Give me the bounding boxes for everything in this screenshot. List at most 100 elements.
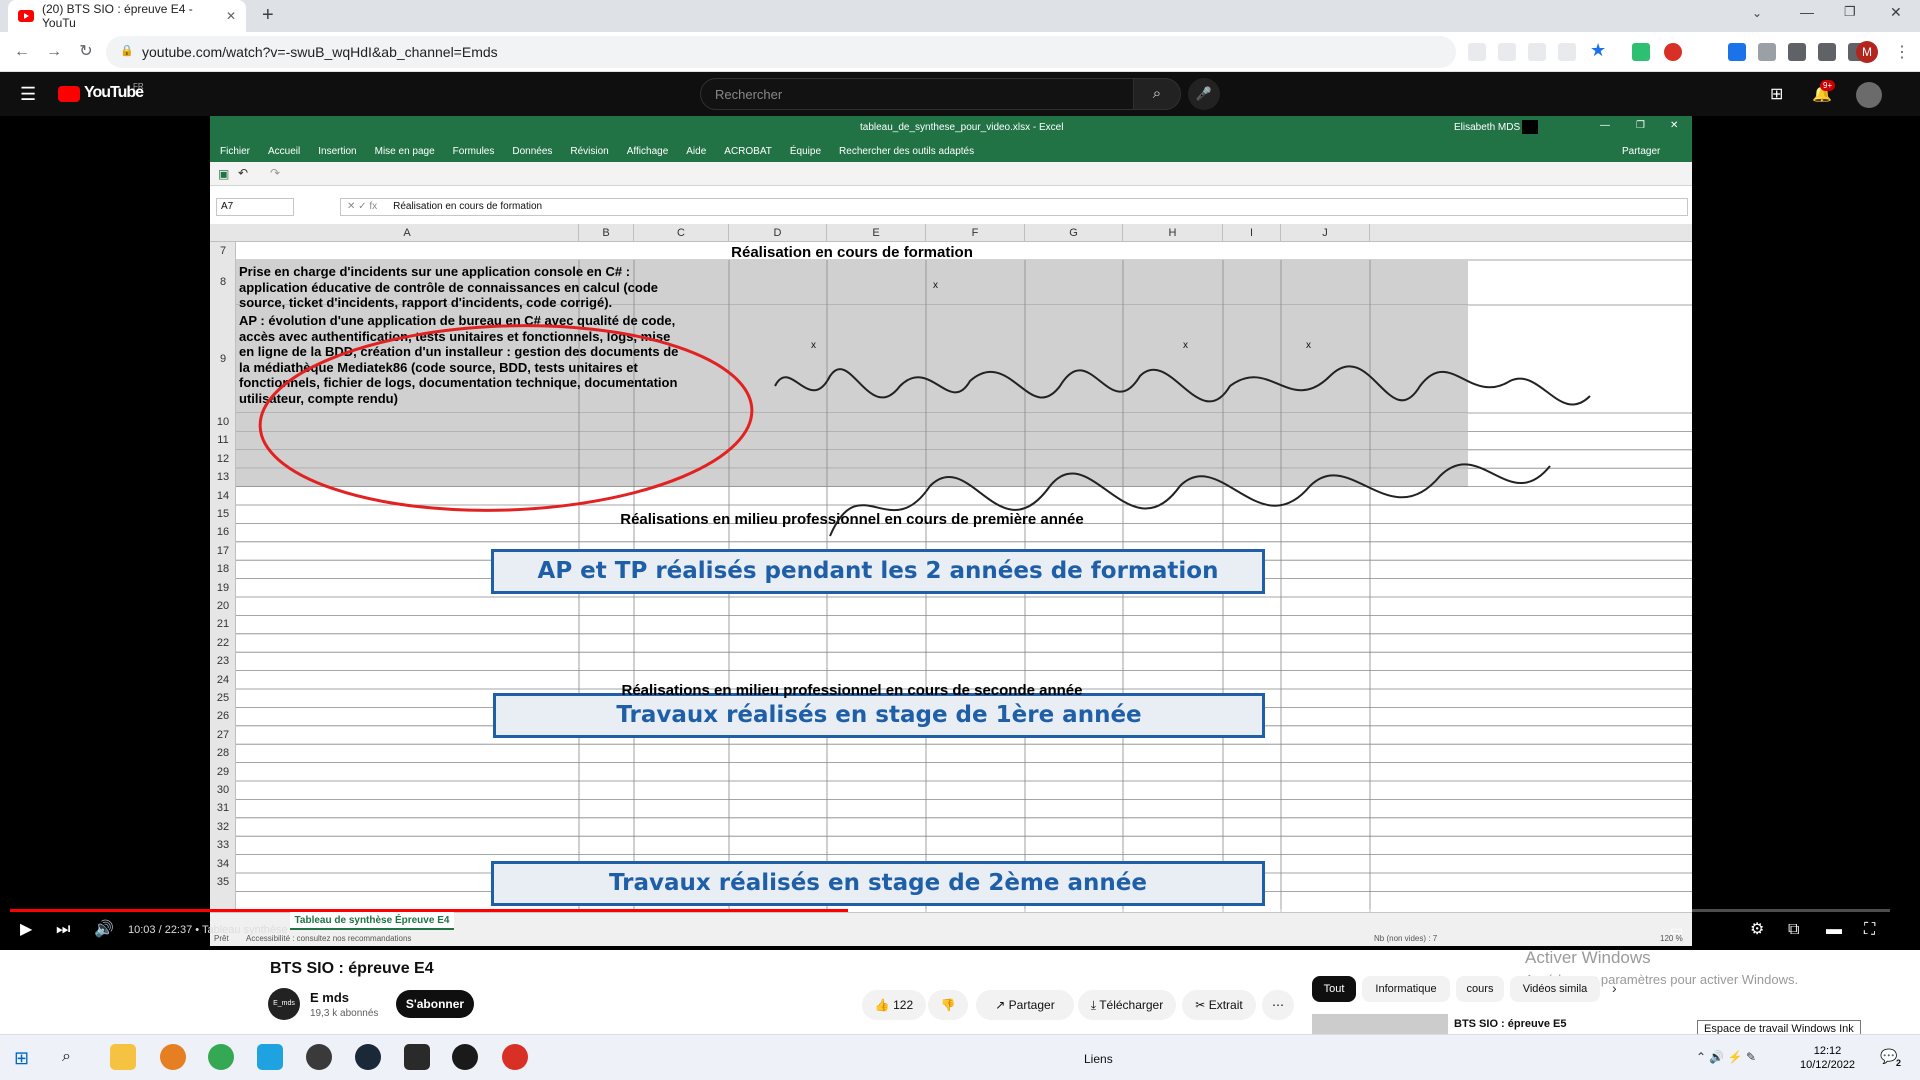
- filter-chip[interactable]: Tout: [1312, 976, 1356, 1002]
- share-page-icon[interactable]: [1558, 43, 1576, 61]
- extension-v-icon[interactable]: [1728, 43, 1746, 61]
- account-avatar[interactable]: [1856, 82, 1882, 108]
- red-circle-annotation: [258, 324, 754, 512]
- notification-center-icon[interactable]: 💬: [1880, 1048, 1897, 1065]
- hamburger-menu-icon[interactable]: ☰: [20, 84, 36, 105]
- channel-name[interactable]: E mds: [310, 990, 349, 1005]
- video-title: BTS SIO : épreuve E4: [270, 960, 434, 977]
- browser-tab-strip: [0, 0, 1920, 32]
- steam-icon[interactable]: [355, 1044, 381, 1070]
- settings-gear-icon[interactable]: ⚙: [1750, 914, 1764, 946]
- like-count: 122: [893, 998, 914, 1012]
- share-button[interactable]: ↗ Partager: [976, 990, 1074, 1020]
- like-button[interactable]: 👍 122: [862, 990, 926, 1020]
- windows-start-icon[interactable]: ⊞: [14, 1048, 29, 1069]
- browser-menu-icon[interactable]: ⋮: [1894, 42, 1910, 62]
- channel-avatar[interactable]: E_mds: [268, 988, 300, 1020]
- filter-chip[interactable]: cours: [1456, 976, 1504, 1002]
- extension-red-icon[interactable]: [1664, 43, 1682, 61]
- taskbar-search-icon[interactable]: ⌕: [62, 1048, 71, 1066]
- youtube-logo-icon[interactable]: [58, 86, 80, 102]
- region-code: FR: [133, 82, 144, 91]
- create-video-icon[interactable]: ⊞: [1770, 84, 1783, 104]
- restore-window-button[interactable]: ❐: [1844, 4, 1856, 20]
- more-actions-button[interactable]: ⋯: [1262, 990, 1294, 1020]
- profile-avatar[interactable]: M: [1856, 41, 1878, 63]
- miniplayer-icon[interactable]: ⧉: [1788, 914, 1799, 946]
- volume-icon[interactable]: 🔊: [94, 914, 114, 946]
- clip-label: Extrait: [1208, 998, 1243, 1012]
- chapter-title[interactable]: • Tableau synthèse: [195, 924, 287, 936]
- back-icon[interactable]: ←: [12, 42, 32, 62]
- ink-annotations: [258, 324, 1591, 537]
- speedometer-app-icon[interactable]: [452, 1044, 478, 1070]
- filter-chip[interactable]: Vidéos simila: [1510, 976, 1600, 1002]
- taskbar-clock[interactable]: 12:12 10/12/2022: [1800, 1044, 1855, 1072]
- excel-window-video-frame: tableau_de_synthese_pour_video.xlsx - Ex…: [210, 116, 1692, 946]
- chrome-icon[interactable]: [208, 1044, 234, 1070]
- video-progress-fill: [10, 909, 849, 912]
- thumbs-down-icon: 👎: [940, 998, 956, 1012]
- scissors-icon: ✂: [1195, 998, 1209, 1012]
- handwriting-line-2-icon: [829, 463, 1551, 537]
- zoom-icon[interactable]: [1498, 43, 1516, 61]
- notification-count: 2: [1896, 1058, 1902, 1068]
- chrome-profile-icon[interactable]: [502, 1044, 528, 1070]
- download-button[interactable]: ⤓ Télécharger: [1078, 990, 1176, 1020]
- filter-chip[interactable]: Informatique: [1362, 976, 1450, 1002]
- clip-button[interactable]: ✂ Extrait: [1182, 990, 1256, 1020]
- extensions-puzzle-icon[interactable]: [1788, 43, 1806, 61]
- current-time: 10:03 / 22:37: [128, 924, 193, 936]
- eye-off-icon[interactable]: [1528, 43, 1546, 61]
- address-bar[interactable]: 🔒 youtube.com/watch?v=-swuB_wqHdI&ab_cha…: [106, 36, 1456, 68]
- theater-mode-icon[interactable]: ▬: [1826, 914, 1842, 946]
- thumbs-up-icon: 👍: [874, 998, 894, 1012]
- time-display: 10:03 / 22:37 • Tableau synthèse: [128, 914, 288, 946]
- subscriber-count: 19,3 k abonnés: [310, 1008, 379, 1019]
- download-label: Télécharger: [1099, 998, 1164, 1012]
- clock-date: 10/12/2022: [1800, 1059, 1856, 1071]
- microphone-icon[interactable]: 🎤: [1188, 78, 1220, 110]
- play-icon[interactable]: ▶: [20, 914, 32, 946]
- share-icon: ↗: [995, 998, 1009, 1012]
- fullscreen-icon[interactable]: ⛶: [1864, 914, 1875, 946]
- subscribe-button[interactable]: S'abonner: [396, 990, 474, 1018]
- download-icon: ⤓: [1090, 998, 1100, 1012]
- next-video-title[interactable]: BTS SIO : épreuve E5: [1454, 1018, 1566, 1030]
- snowflake-app-icon[interactable]: [257, 1044, 283, 1070]
- tab-title: (20) BTS SIO : épreuve E4 - YouTu: [42, 2, 193, 30]
- activate-title: Activer Windows: [1525, 948, 1651, 967]
- taskbar-links[interactable]: Liens: [1084, 1052, 1113, 1066]
- youtube-favicon-icon: [18, 10, 34, 22]
- reload-icon[interactable]: ↻: [76, 42, 96, 62]
- share-label: Partager: [1008, 998, 1055, 1012]
- handwriting-line-1-icon: [774, 365, 1591, 406]
- browser-tab[interactable]: (20) BTS SIO : épreuve E4 - YouTu ✕: [8, 0, 246, 32]
- tray-icons[interactable]: ⌃ 🔊 ⚡ ✎: [1696, 1050, 1756, 1064]
- minimize-window-button[interactable]: —: [1800, 4, 1814, 20]
- search-icon[interactable]: ⌕: [1133, 78, 1181, 110]
- close-window-button[interactable]: ✕: [1890, 4, 1902, 21]
- search-app-icon[interactable]: [160, 1044, 186, 1070]
- subtitles-icon[interactable]: ▭: [1670, 914, 1683, 946]
- close-tab-icon[interactable]: ✕: [226, 9, 236, 23]
- extension-n-icon[interactable]: [1632, 43, 1650, 61]
- new-tab-button[interactable]: +: [262, 4, 274, 27]
- media-control-icon[interactable]: [1818, 43, 1836, 61]
- epic-games-icon[interactable]: [404, 1044, 430, 1070]
- windows-taskbar: [0, 1034, 1920, 1080]
- dislike-button[interactable]: 👎: [928, 990, 968, 1020]
- target-app-icon[interactable]: [306, 1044, 332, 1070]
- next-video-icon[interactable]: ⏭: [56, 914, 70, 946]
- forward-icon[interactable]: →: [44, 42, 64, 62]
- extension-image-icon[interactable]: [1758, 43, 1776, 61]
- youtube-search-input[interactable]: Rechercher: [700, 78, 1134, 110]
- player-controls: ▶ ⏭ 🔊 ▭ ⚙ ⧉ ▬ ⛶: [0, 914, 1920, 950]
- clock-time: 12:12: [1813, 1045, 1842, 1057]
- lock-icon: 🔒: [120, 45, 134, 57]
- install-icon[interactable]: [1468, 43, 1486, 61]
- file-explorer-icon[interactable]: [110, 1044, 136, 1070]
- tab-search-icon[interactable]: ⌄: [1752, 6, 1762, 20]
- url-text: youtube.com/watch?v=-swuB_wqHdI&ab_chann…: [142, 44, 498, 60]
- bookmark-star-icon[interactable]: ★: [1590, 40, 1606, 61]
